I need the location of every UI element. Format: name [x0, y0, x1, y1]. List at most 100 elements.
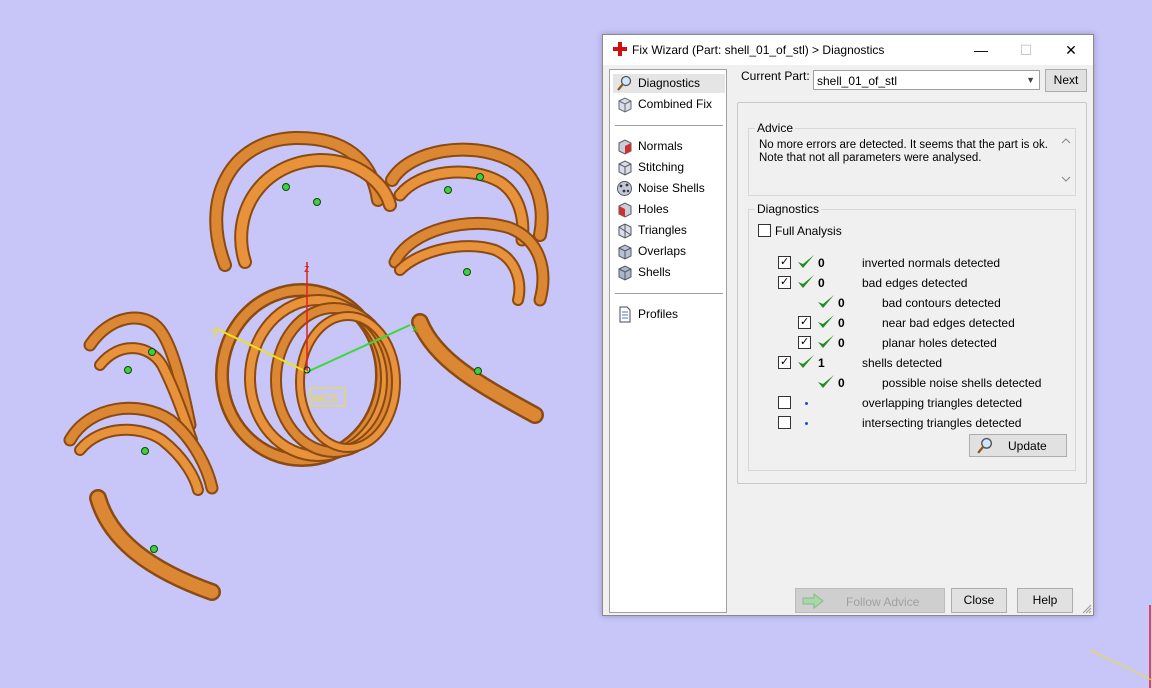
diagnostics-title: Diagnostics	[755, 202, 822, 216]
noise-icon	[617, 181, 632, 196]
maximize-button[interactable]: ☐	[1003, 35, 1049, 65]
nav-label: Overlaps	[638, 244, 687, 258]
triangle-icon	[618, 223, 632, 239]
shells-icon	[618, 265, 632, 281]
nav-label: Holes	[638, 202, 669, 216]
spring-part-right[interactable]	[388, 216, 550, 307]
green-check-icon	[818, 295, 834, 308]
nav-label: Noise Shells	[638, 181, 705, 195]
diagnostic-row: 1 shells detected	[749, 354, 1075, 372]
resize-grip-icon[interactable]	[1082, 604, 1092, 614]
nav-label: Shells	[638, 265, 671, 279]
axis-y-label: y	[212, 326, 218, 338]
nav-item-profiles[interactable]: Profiles	[613, 305, 725, 324]
full-analysis-label: Full Analysis	[775, 224, 842, 238]
nav-label: Profiles	[638, 307, 679, 321]
diagnostic-label: planar holes detected	[882, 336, 997, 350]
diagnostic-checkbox[interactable]	[778, 275, 791, 289]
diagnostic-label: bad contours detected	[882, 296, 1001, 310]
document-icon	[619, 306, 631, 323]
nav-separator	[615, 293, 723, 294]
diagnostic-count: 1	[818, 356, 825, 370]
green-check-icon	[798, 255, 814, 268]
advice-title: Advice	[755, 121, 796, 135]
full-analysis-checkbox[interactable]	[758, 224, 771, 237]
axis-z-label: z	[304, 263, 310, 275]
green-check-icon	[818, 315, 834, 328]
cube-red-icon	[618, 139, 632, 155]
offscreen-axis-fragment	[1089, 605, 1152, 688]
diagnostic-row: 0 inverted normals detected	[749, 254, 1075, 272]
status-dot-icon	[805, 402, 808, 405]
diagnostic-row: 0 possible noise shells detected	[749, 374, 1075, 392]
minimize-button[interactable]: —	[958, 35, 1004, 65]
nav-separator	[615, 125, 723, 126]
diagnostic-checkbox[interactable]	[778, 396, 791, 409]
magnifier-icon	[617, 75, 632, 91]
diagnostic-checkbox[interactable]	[778, 416, 791, 429]
spring-part-top-left[interactable]	[209, 130, 397, 272]
diagnostic-checkbox[interactable]	[778, 255, 791, 269]
advice-line-2: Note that not all parameters were analys…	[759, 152, 982, 164]
cube-stitch-icon	[618, 160, 632, 176]
diagnostic-count: 0	[818, 256, 825, 270]
arrow-right-icon	[802, 593, 824, 609]
follow-advice-label: Follow Advice	[846, 595, 920, 609]
nav-item-noise-shells[interactable]: Noise Shells	[613, 179, 725, 198]
green-check-icon	[798, 275, 814, 288]
diagnostic-label: overlapping triangles detected	[862, 396, 1023, 410]
next-button[interactable]: Next	[1045, 69, 1087, 92]
diagnostic-count: 0	[818, 276, 825, 290]
diagnostic-label: possible noise shells detected	[882, 376, 1042, 390]
diagnostic-count: 0	[838, 376, 845, 390]
spring-part-bottom-arm[interactable]	[89, 489, 221, 601]
diagnostic-label: bad edges detected	[862, 276, 968, 290]
diagnostics-panel: Advice No more errors are detected. It s…	[737, 102, 1087, 484]
cube-stack-icon	[618, 97, 632, 113]
nav-item-shells[interactable]: Shells	[613, 263, 725, 282]
advice-group: Advice No more errors are detected. It s…	[748, 121, 1076, 196]
nav-item-holes[interactable]: Holes	[613, 200, 725, 219]
nav-item-diagnostics[interactable]: Diagnostics	[613, 74, 725, 93]
overlap-icon	[618, 244, 632, 260]
green-check-icon	[818, 375, 834, 388]
diagnostic-checkbox[interactable]	[798, 335, 811, 349]
nav-label: Diagnostics	[638, 76, 701, 90]
chevron-down-icon: ▼	[1026, 75, 1035, 85]
nav-label: Normals	[638, 139, 683, 153]
diagnostic-row: 0 near bad edges detected	[749, 314, 1075, 332]
follow-advice-button[interactable]: Follow Advice	[795, 588, 945, 613]
nav-item-overlaps[interactable]: Overlaps	[613, 242, 725, 261]
nav-item-stitching[interactable]: Stitching	[613, 158, 725, 177]
update-label: Update	[1008, 439, 1047, 453]
nav-item-combined-fix[interactable]: Combined Fix	[613, 95, 725, 114]
fix-wizard-dialog: Fix Wizard (Part: shell_01_of_stl) > Dia…	[602, 34, 1094, 616]
diagnostic-count: 0	[838, 336, 845, 350]
diagnostic-row: overlapping triangles detected	[749, 394, 1075, 412]
diagnostic-count: 0	[838, 316, 845, 330]
axis-x-label: x	[412, 323, 418, 335]
update-button[interactable]: Update	[969, 434, 1067, 457]
nav-label: Triangles	[638, 223, 687, 237]
close-window-button[interactable]: ✕	[1048, 35, 1094, 65]
green-check-icon	[818, 335, 834, 348]
current-part-label: Current Part:	[741, 69, 810, 83]
close-button[interactable]: Close	[951, 588, 1007, 613]
cube-hole-icon	[618, 202, 632, 218]
help-button[interactable]: Help	[1017, 588, 1073, 613]
diagnostic-checkbox[interactable]	[798, 315, 811, 329]
nav-item-triangles[interactable]: Triangles	[613, 221, 725, 240]
nav-label: Stitching	[638, 160, 685, 174]
diagnostic-row: 0 bad contours detected	[749, 294, 1075, 312]
nav-item-normals[interactable]: Normals	[613, 137, 725, 156]
spring-part-center[interactable]	[215, 283, 401, 467]
window-title: Fix Wizard (Part: shell_01_of_stl) > Dia…	[632, 43, 885, 57]
diagnostic-count: 0	[838, 296, 845, 310]
advice-text: No more errors are detected. It seems th…	[759, 139, 1059, 165]
csys-label: WCS	[312, 393, 338, 405]
current-part-dropdown[interactable]: shell_01_of_stl ▼	[813, 70, 1040, 90]
title-bar[interactable]: Fix Wizard (Part: shell_01_of_stl) > Dia…	[603, 35, 1093, 65]
diagnostic-label: inverted normals detected	[862, 256, 1001, 270]
advice-scrollbar[interactable]	[1059, 135, 1073, 185]
diagnostic-checkbox[interactable]	[778, 355, 791, 369]
